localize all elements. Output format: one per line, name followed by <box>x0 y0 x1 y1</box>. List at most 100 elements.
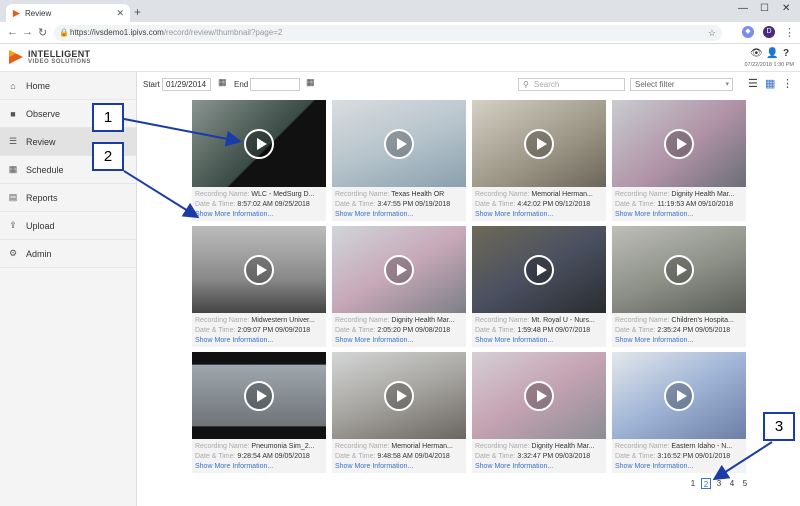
play-icon[interactable] <box>524 254 554 285</box>
back-icon[interactable]: ← <box>7 26 18 38</box>
show-more-link[interactable]: Show More Information... <box>195 463 273 470</box>
recording-name: Dignity Health Mar... <box>671 191 735 198</box>
start-calendar-icon[interactable]: ▦ <box>218 77 227 88</box>
lock-icon: 🔒 <box>59 28 69 37</box>
recording-card[interactable]: Recording Name: Pneumonia Sim_2... Date &… <box>192 352 326 473</box>
user-icon[interactable]: 👤 <box>766 48 778 59</box>
show-more-link[interactable]: Show More Information... <box>195 337 273 344</box>
list-view-icon[interactable]: ☰ <box>748 77 758 90</box>
extension-icon[interactable]: ◆ <box>742 26 754 38</box>
camera-icon: ■ <box>10 108 16 119</box>
new-tab-button[interactable]: + <box>134 5 141 19</box>
video-thumbnail[interactable] <box>612 226 746 313</box>
sidebar-item-reports[interactable]: ▤ Reports <box>0 184 136 212</box>
show-more-link[interactable]: Show More Information... <box>615 211 693 218</box>
recording-card[interactable]: Recording Name: Children's Hospita... Dat… <box>612 226 746 347</box>
play-icon[interactable] <box>524 128 554 159</box>
video-thumbnail[interactable] <box>192 226 326 313</box>
recording-meta: Recording Name: Pneumonia Sim_2... Date &… <box>192 439 326 473</box>
recording-card[interactable]: Recording Name: Midwestern Univer... Date… <box>192 226 326 347</box>
recording-meta: Recording Name: Texas Health OR Date & Ti… <box>332 187 466 221</box>
recording-name-label: Recording Name: <box>475 317 530 324</box>
forward-icon[interactable]: → <box>22 26 33 38</box>
sidebar-item-upload[interactable]: ⇪ Upload <box>0 212 136 240</box>
show-more-link[interactable]: Show More Information... <box>335 337 413 344</box>
video-thumbnail[interactable] <box>332 226 466 313</box>
filter-select-value: Select filter <box>635 80 675 89</box>
profile-avatar[interactable]: D <box>763 26 775 38</box>
play-icon[interactable] <box>384 380 414 411</box>
start-date-input[interactable]: 01/29/2014 <box>162 78 211 91</box>
page-1[interactable]: 1 <box>688 478 698 489</box>
help-icon[interactable]: ? <box>783 48 789 59</box>
recording-meta: Recording Name: Eastern Idaho - N... Date… <box>612 439 746 473</box>
play-icon[interactable] <box>664 128 694 159</box>
recording-card[interactable]: Recording Name: Dignity Health Mar... Dat… <box>612 100 746 221</box>
play-icon[interactable] <box>384 254 414 285</box>
recording-name-label: Recording Name: <box>335 317 390 324</box>
recording-card[interactable]: Recording Name: Mt. Royal U - Nurs... Dat… <box>472 226 606 347</box>
video-thumbnail[interactable] <box>472 100 606 187</box>
grid-view-icon[interactable]: ▦ <box>765 77 775 90</box>
show-more-link[interactable]: Show More Information... <box>615 337 693 344</box>
filter-select[interactable]: Select filter ▾ <box>630 78 733 91</box>
page-2[interactable]: 2 <box>701 478 711 489</box>
sidebar-item-home[interactable]: ⌂ Home <box>0 72 136 100</box>
close-tab-icon[interactable]: ✕ <box>116 8 124 19</box>
page-5[interactable]: 5 <box>740 478 750 489</box>
play-icon[interactable] <box>664 254 694 285</box>
recording-card[interactable]: Recording Name: Eastern Idaho - N... Date… <box>612 352 746 473</box>
recording-card[interactable]: Recording Name: Dignity Health Mar... Dat… <box>332 226 466 347</box>
close-window-icon[interactable]: ✕ <box>782 3 790 14</box>
show-more-link[interactable]: Show More Information... <box>615 463 693 470</box>
date-time-label: Date & Time: <box>335 201 376 208</box>
sidebar-item-admin[interactable]: ⚙ Admin <box>0 240 136 268</box>
play-icon[interactable] <box>244 380 274 411</box>
browser-tab[interactable]: Review ✕ <box>6 4 130 22</box>
play-icon[interactable] <box>664 380 694 411</box>
logo[interactable]: INTELLIGENT VIDEO SOLUTIONS <box>8 48 93 68</box>
show-more-link[interactable]: Show More Information... <box>335 463 413 470</box>
minimize-icon[interactable]: — <box>738 3 748 14</box>
recording-card[interactable]: Recording Name: Texas Health OR Date & Ti… <box>332 100 466 221</box>
page-3[interactable]: 3 <box>714 478 724 489</box>
recording-card[interactable]: Recording Name: Dignity Health Mar... Dat… <box>472 352 606 473</box>
show-more-link[interactable]: Show More Information... <box>475 337 553 344</box>
play-icon[interactable] <box>524 380 554 411</box>
date-time-label: Date & Time: <box>335 327 376 334</box>
recording-name-label: Recording Name: <box>475 443 530 450</box>
show-more-link[interactable]: Show More Information... <box>475 463 553 470</box>
end-calendar-icon[interactable]: ▦ <box>306 77 315 88</box>
star-icon[interactable]: ☆ <box>708 25 716 41</box>
show-more-link[interactable]: Show More Information... <box>195 211 273 218</box>
play-icon[interactable] <box>384 128 414 159</box>
play-icon[interactable] <box>244 128 274 159</box>
video-thumbnail[interactable] <box>612 352 746 439</box>
reload-icon[interactable]: ↻ <box>38 26 47 39</box>
show-more-link[interactable]: Show More Information... <box>475 211 553 218</box>
video-thumbnail[interactable] <box>192 100 326 187</box>
recording-card[interactable]: Recording Name: Memorial Herman... Date &… <box>332 352 466 473</box>
video-thumbnail[interactable] <box>472 226 606 313</box>
eye-icon[interactable]: 👁 <box>750 48 763 59</box>
recording-card[interactable]: Recording Name: Memorial Herman... Date &… <box>472 100 606 221</box>
maximize-icon[interactable]: ☐ <box>760 3 769 14</box>
sidebar-item-label: Schedule <box>26 164 64 175</box>
url-field[interactable]: 🔒 https://ivsdemo1.ipivs.com/record/revie… <box>54 25 722 41</box>
play-icon[interactable] <box>244 254 274 285</box>
video-thumbnail[interactable] <box>612 100 746 187</box>
video-thumbnail[interactable] <box>472 352 606 439</box>
video-thumbnail[interactable] <box>192 352 326 439</box>
list-icon: ☰ <box>8 136 18 146</box>
page-4[interactable]: 4 <box>727 478 737 489</box>
recording-card[interactable]: Recording Name: WLC - MedSurg D... Date &… <box>192 100 326 221</box>
show-more-link[interactable]: Show More Information... <box>335 211 413 218</box>
more-options-icon[interactable]: ⋮ <box>782 77 793 90</box>
video-thumbnail[interactable] <box>332 352 466 439</box>
recording-name: Memorial Herman... <box>391 443 453 450</box>
search-input[interactable]: ⚲ Search <box>518 78 625 91</box>
end-date-input[interactable] <box>250 78 300 91</box>
video-thumbnail[interactable] <box>332 100 466 187</box>
browser-menu-icon[interactable]: ⋮ <box>784 26 795 39</box>
search-icon: ⚲ <box>523 80 529 89</box>
